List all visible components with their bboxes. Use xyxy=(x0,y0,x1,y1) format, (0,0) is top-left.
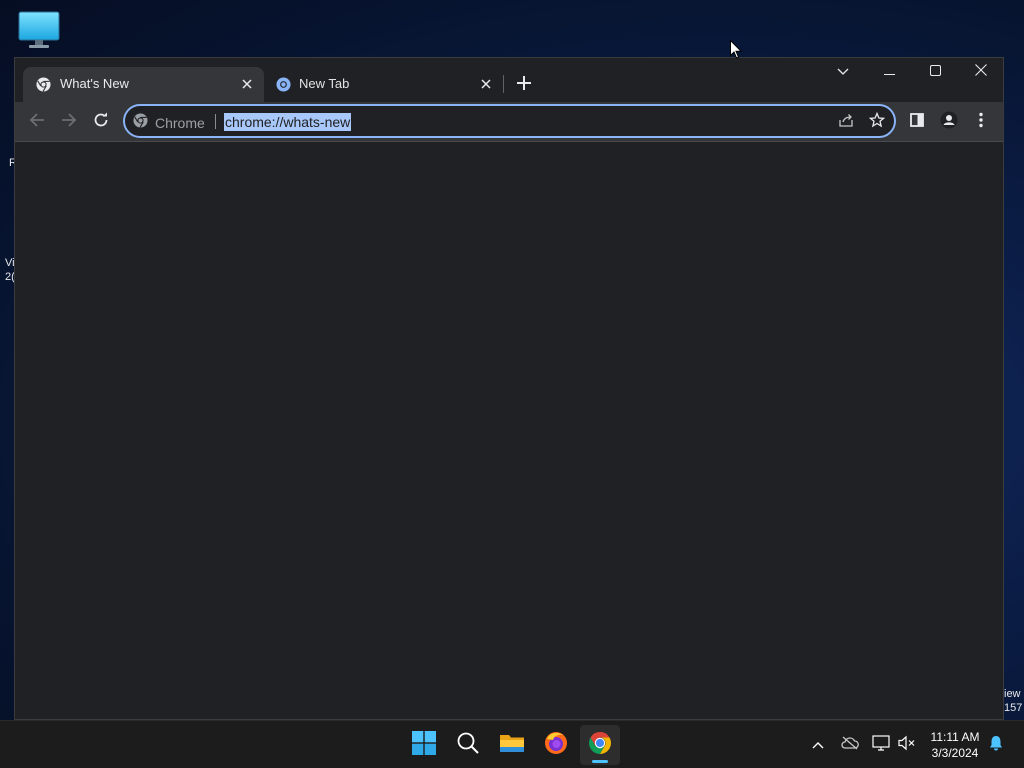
windows-logo-icon xyxy=(412,730,436,760)
desktop: R Vi 2( iew 157 What's New New Tab Chrom… xyxy=(0,0,1024,768)
onedrive-tray-button[interactable] xyxy=(840,735,860,755)
speaker-muted-icon xyxy=(898,735,916,756)
new-tab-button[interactable] xyxy=(512,71,536,95)
clock-date: 3/3/2024 xyxy=(931,746,979,760)
file-explorer-button[interactable] xyxy=(492,725,532,765)
page-content[interactable] xyxy=(15,143,1003,719)
side-panel-icon xyxy=(910,112,924,132)
back-button[interactable] xyxy=(23,108,51,136)
reload-icon xyxy=(93,112,109,133)
tab-title: What's New xyxy=(60,76,129,91)
title-bar[interactable]: What's New New Tab xyxy=(15,58,1003,102)
omnibox-divider xyxy=(215,114,216,129)
desktop-edge-label: iew xyxy=(1004,688,1021,700)
search-icon xyxy=(457,732,479,759)
clock-time: 11:11 AM xyxy=(930,730,980,744)
chrome-favicon-icon xyxy=(36,77,51,92)
maximize-icon xyxy=(929,63,941,81)
folder-icon xyxy=(499,732,525,759)
bell-icon xyxy=(988,735,1004,756)
active-app-indicator xyxy=(592,760,608,763)
minimize-icon xyxy=(883,63,895,81)
tab-separator xyxy=(503,75,504,93)
system-clock[interactable]: 11:11 AM 3/3/2024 xyxy=(922,729,988,761)
star-icon xyxy=(868,111,886,133)
side-panel-button[interactable] xyxy=(903,108,931,136)
close-tab-icon[interactable] xyxy=(238,75,256,93)
tab-search-button[interactable] xyxy=(820,58,866,86)
close-tab-icon[interactable] xyxy=(477,75,495,93)
reload-button[interactable] xyxy=(87,108,115,136)
arrow-right-icon xyxy=(61,112,77,133)
share-icon xyxy=(838,112,854,133)
user-avatar-icon xyxy=(940,111,958,134)
show-hidden-icons-button[interactable] xyxy=(808,735,828,755)
kebab-menu-icon xyxy=(979,112,983,133)
minimize-button[interactable] xyxy=(866,58,912,86)
chrome-favicon-icon xyxy=(276,77,291,92)
network-icon xyxy=(872,734,890,756)
forward-button[interactable] xyxy=(55,108,83,136)
chevron-down-icon xyxy=(837,63,849,81)
profile-button[interactable] xyxy=(935,108,963,136)
network-tray-button[interactable] xyxy=(871,734,891,756)
tab-title: New Tab xyxy=(299,76,350,91)
mouse-cursor-icon xyxy=(730,39,743,64)
notifications-button[interactable] xyxy=(986,735,1006,755)
maximize-button[interactable] xyxy=(912,58,958,86)
browser-toolbar: Chrome chrome://whats-new xyxy=(15,102,1003,142)
chevron-up-icon xyxy=(812,736,824,754)
desktop-edge-label: 157 xyxy=(1004,702,1023,714)
this-pc-desktop-icon[interactable] xyxy=(18,11,60,49)
firefox-button[interactable] xyxy=(536,725,576,765)
chrome-logo-icon xyxy=(133,113,148,133)
cloud-offline-icon xyxy=(841,736,859,755)
search-button[interactable] xyxy=(448,725,488,765)
bookmark-button[interactable] xyxy=(867,111,887,133)
taskbar: 11:11 AM 3/3/2024 xyxy=(0,720,1024,768)
close-icon xyxy=(975,63,987,81)
share-button[interactable] xyxy=(836,112,856,132)
start-button[interactable] xyxy=(404,725,444,765)
tab-new-tab[interactable]: New Tab xyxy=(271,67,503,102)
chrome-taskbar-button[interactable] xyxy=(580,725,620,765)
tab-whats-new[interactable]: What's New xyxy=(23,67,264,102)
address-bar[interactable]: Chrome chrome://whats-new xyxy=(123,104,896,138)
site-chip-label: Chrome xyxy=(155,115,205,131)
chrome-window: What's New New Tab Chrome chrome://whats… xyxy=(14,57,1004,720)
url-text[interactable]: chrome://whats-new xyxy=(224,113,352,131)
close-window-button[interactable] xyxy=(958,58,1004,86)
chrome-icon xyxy=(588,731,612,760)
arrow-left-icon xyxy=(29,112,45,133)
menu-button[interactable] xyxy=(967,108,995,136)
site-info-chip[interactable]: Chrome xyxy=(133,113,205,133)
firefox-icon xyxy=(544,731,568,760)
volume-tray-button[interactable] xyxy=(897,735,917,755)
